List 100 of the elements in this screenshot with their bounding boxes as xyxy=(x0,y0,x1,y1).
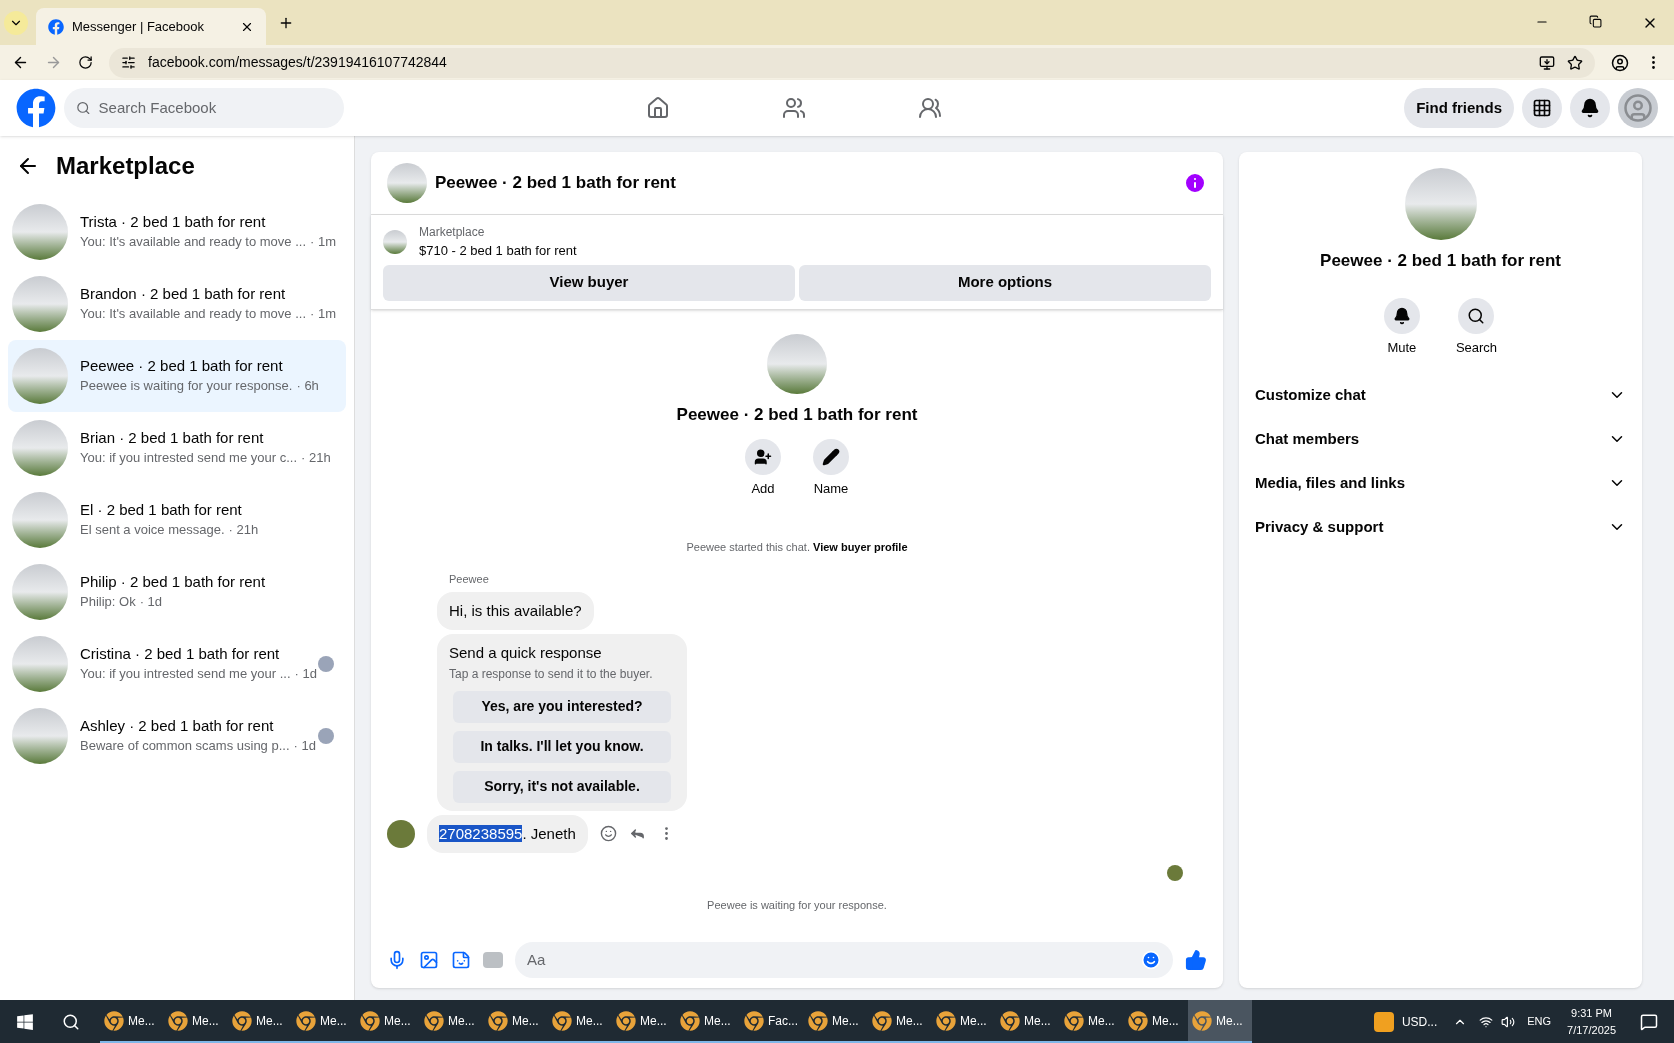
network-icon[interactable] xyxy=(1479,1014,1494,1029)
taskbar-app[interactable]: Me... xyxy=(996,1000,1060,1043)
taskbar-app[interactable]: Me... xyxy=(612,1000,676,1043)
message-time: · 6h xyxy=(296,377,319,396)
browser-app-icon xyxy=(680,1010,700,1031)
browser-app-icon xyxy=(1128,1010,1148,1031)
site-info-icon[interactable] xyxy=(121,55,136,70)
conversation-item[interactable]: Philip · 2 bed 1 bath for rent Philip: Ok · 1d xyxy=(8,556,346,628)
quick-response-button[interactable]: Sorry, it's not available. xyxy=(453,770,671,803)
conversation-item[interactable]: Peewee · 2 bed 1 bath for rent Peewee is waiting for your response. · 6h xyxy=(8,340,346,412)
account-avatar[interactable] xyxy=(1618,88,1658,128)
taskbar-app[interactable]: Me... xyxy=(932,1000,996,1043)
quick-response-title: Send a quick response xyxy=(449,643,603,663)
browser-app-icon xyxy=(744,1010,764,1031)
taskbar-app[interactable]: Me... xyxy=(100,1000,164,1043)
grid-icon xyxy=(1532,98,1552,118)
message-input[interactable]: Aa xyxy=(527,948,1141,972)
conversation-name: Cristina · 2 bed 1 bath for rent xyxy=(80,644,281,665)
taskbar-app[interactable]: Me... xyxy=(676,1000,740,1043)
browser-app-icon xyxy=(616,1010,636,1031)
info-icon[interactable] xyxy=(1183,171,1207,195)
search-icon xyxy=(1467,306,1486,325)
start-icon[interactable] xyxy=(16,1012,34,1031)
quick-response-button[interactable]: In talks. I'll let you know. xyxy=(453,730,671,763)
conversation-item[interactable]: Cristina · 2 bed 1 bath for rent You: if you intrested send me your ... · 1d xyxy=(8,628,346,700)
buyer-profile-link[interactable]: View buyer profile xyxy=(813,540,908,553)
taskbar-app[interactable]: Me... xyxy=(868,1000,932,1043)
language-indicator[interactable]: ENG xyxy=(1527,1013,1552,1030)
message-preview: You: if you intrested send me your ... xyxy=(80,665,291,684)
clock[interactable]: 9:31 PM 7/17/2025 xyxy=(1567,1005,1616,1038)
details-section[interactable]: Chat members xyxy=(1255,417,1626,461)
sidebar-title: Marketplace xyxy=(56,151,195,181)
message-time: · 1d xyxy=(139,593,163,612)
taskbar-app[interactable]: Me... xyxy=(228,1000,292,1043)
menu-button[interactable] xyxy=(1522,88,1562,128)
sender-name: Peewee xyxy=(449,572,489,587)
facebook-logo[interactable] xyxy=(16,88,56,128)
install-icon[interactable] xyxy=(1539,54,1555,71)
house-photo xyxy=(12,492,68,548)
quick-response-button[interactable]: Yes, are you interested? xyxy=(453,690,671,723)
taskbar-app[interactable]: Me... xyxy=(164,1000,228,1043)
listing-button[interactable]: More options xyxy=(799,264,1211,301)
browser-tab[interactable]: Messenger | Facebook xyxy=(36,8,266,45)
taskbar-app[interactable]: Me... xyxy=(548,1000,612,1043)
message-bubble: Hi, is this available? xyxy=(437,591,594,630)
conversation-item[interactable]: Brian · 2 bed 1 bath for rent You: if you intrested send me your c... · 21h xyxy=(8,412,346,484)
reload-icon[interactable] xyxy=(78,55,93,70)
facebook-icon xyxy=(48,18,64,35)
search-field[interactable]: Search Facebook xyxy=(64,88,344,128)
message-time: · 1m xyxy=(310,305,337,324)
browser-app-icon xyxy=(1192,1010,1212,1031)
photo-icon[interactable] xyxy=(419,950,439,970)
details-section[interactable]: Media, files and links xyxy=(1255,461,1626,505)
conversation-item[interactable]: Trista · 2 bed 1 bath for rent You: It's available and ready to move ... · 1m xyxy=(8,196,346,268)
listing-button[interactable]: View buyer xyxy=(383,264,795,301)
back-icon[interactable] xyxy=(12,54,29,71)
find-friends-button[interactable]: Find friends xyxy=(1404,88,1514,128)
taskbar-app[interactable]: Me... xyxy=(356,1000,420,1043)
conversation-name: Trista · 2 bed 1 bath for rent xyxy=(80,212,267,233)
chat-title: Peewee · 2 bed 1 bath for rent xyxy=(435,172,677,195)
message-preview: Philip: Ok xyxy=(80,593,136,612)
emoji-icon[interactable] xyxy=(1141,950,1161,970)
profile-icon[interactable] xyxy=(1611,53,1629,72)
conversation-item[interactable]: Ashley · 2 bed 1 bath for rent Beware of common scams using p... · 1d xyxy=(8,700,346,772)
mute-icon xyxy=(1392,306,1411,325)
details-section[interactable]: Privacy & support xyxy=(1255,505,1626,549)
browser-app-icon xyxy=(1000,1010,1020,1031)
conversation-name: El · 2 bed 1 bath for rent xyxy=(80,500,243,521)
react-icon[interactable] xyxy=(599,825,617,843)
volume-icon[interactable] xyxy=(1501,1014,1516,1029)
message-time: · 1d xyxy=(293,737,316,756)
browser-app-icon xyxy=(936,1010,956,1031)
microphone-icon[interactable] xyxy=(387,950,407,970)
search-icon[interactable] xyxy=(62,1012,80,1031)
details-section[interactable]: Customize chat xyxy=(1255,373,1626,417)
taskbar-app[interactable]: Me... xyxy=(292,1000,356,1043)
message-field[interactable]: Aa xyxy=(515,942,1173,978)
person-icon xyxy=(1623,93,1653,123)
search-input[interactable]: Search Facebook xyxy=(98,96,332,120)
conversation-item[interactable]: El · 2 bed 1 bath for rent El sent a voice message. · 21h xyxy=(8,484,346,556)
conversation-item[interactable]: Brandon · 2 bed 1 bath for rent You: It's available and ready to move ... · 1m xyxy=(8,268,346,340)
taskbar-app[interactable]: Me... xyxy=(1060,1000,1124,1043)
sticker-icon[interactable] xyxy=(451,950,471,970)
notification-icon[interactable] xyxy=(1640,1012,1658,1031)
taskbar-app[interactable]: Me... xyxy=(420,1000,484,1043)
like-icon[interactable] xyxy=(1185,949,1207,971)
notifications-button[interactable] xyxy=(1570,88,1610,128)
taskbar-app[interactable]: Fac... xyxy=(740,1000,804,1043)
restore-icon[interactable] xyxy=(1589,14,1602,28)
tray-app[interactable]: USD... xyxy=(1365,1011,1446,1032)
bookmark-icon[interactable] xyxy=(1567,54,1583,71)
taskbar-app[interactable]: Me... xyxy=(1188,1000,1252,1043)
message-bubble: 2708238595. Jeneth xyxy=(427,814,588,853)
taskbar-app[interactable]: Me... xyxy=(484,1000,548,1043)
address-field[interactable]: facebook.com/messages/t/23919416107742844 xyxy=(109,47,1595,78)
message-preview: You: if you intrested send me your c... xyxy=(80,449,298,468)
house-photo xyxy=(12,348,68,404)
taskbar-app[interactable]: Me... xyxy=(804,1000,868,1043)
message-time: · 21h xyxy=(228,521,259,540)
tab-list-button[interactable] xyxy=(4,10,28,35)
